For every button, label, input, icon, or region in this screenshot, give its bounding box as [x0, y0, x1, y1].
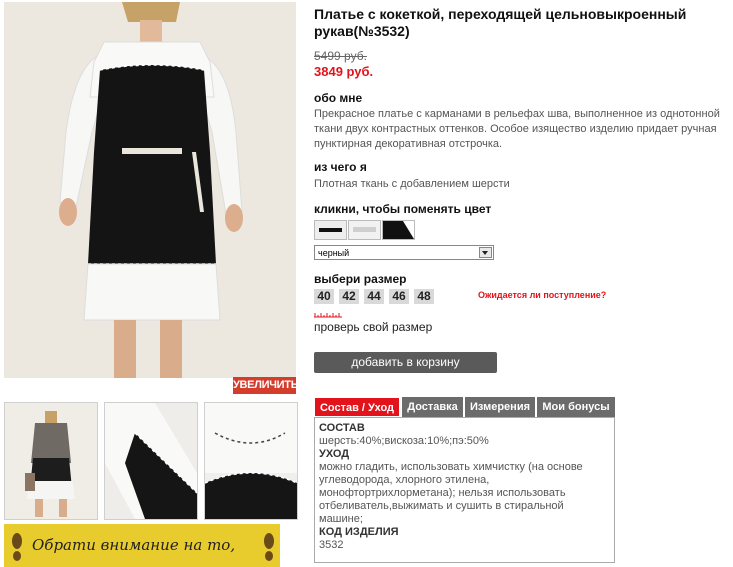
care-text: можно гладить, использовать химчистку (н…	[319, 461, 583, 525]
material-text: Плотная ткань с добавлением шерсти	[314, 178, 510, 190]
product-main-image[interactable]	[4, 2, 296, 378]
new-price: 3849 руб.	[314, 64, 374, 79]
color-heading: кликни, чтобы поменять цвет	[314, 202, 492, 216]
size-option-42[interactable]: 42	[339, 289, 359, 304]
composition-heading: СОСТАВ	[319, 422, 365, 434]
color-select[interactable]: черный	[314, 245, 494, 260]
size-option-48[interactable]: 48	[414, 289, 434, 304]
zoom-button[interactable]: УВЕЛИЧИТЬ	[233, 377, 299, 394]
color-swatch-3[interactable]	[382, 220, 415, 240]
promo-banner[interactable]: Обрати внимание на то,	[4, 524, 280, 567]
details-panel: СОСТАВ шерсть:40%;вискоза:10%;пэ:50% УХО…	[314, 417, 615, 563]
footprint-icon	[12, 533, 22, 561]
size-check-link[interactable]: проверь свой размер	[314, 320, 432, 334]
care-heading: УХОД	[319, 448, 350, 460]
about-heading: обо мне	[314, 91, 363, 105]
color-select-value: черный	[318, 248, 350, 258]
tab-measurements[interactable]: Измерения	[465, 397, 535, 417]
banner-text: Обрати внимание на то,	[32, 536, 236, 554]
tab-composition-care[interactable]: Состав / Уход	[314, 397, 400, 417]
chevron-down-icon	[479, 247, 492, 258]
thumbnail-1[interactable]	[4, 402, 98, 520]
add-to-cart-button[interactable]: добавить в корзину	[314, 352, 497, 373]
about-text: Прекрасное платье с карманами в рельефах…	[314, 108, 720, 150]
code-heading: КОД ИЗДЕЛИЯ	[319, 526, 399, 538]
size-heading: выбери размер	[314, 272, 407, 286]
size-option-40[interactable]: 40	[314, 289, 334, 304]
old-price: 5499 руб.	[314, 49, 367, 63]
thumbnail-2[interactable]	[104, 402, 198, 520]
ruler-icon	[314, 313, 342, 318]
composition-text: шерсть:40%;вискоза:10%;пэ:50%	[319, 435, 489, 447]
color-swatch-2[interactable]	[348, 220, 381, 240]
code-text: 3532	[319, 539, 344, 551]
size-option-44[interactable]: 44	[364, 289, 384, 304]
size-option-46[interactable]: 46	[389, 289, 409, 304]
expect-stock-link[interactable]: Ожидается ли поступление?	[478, 290, 606, 300]
product-title: Платье с кокеткой, переходящей цельновык…	[314, 6, 687, 39]
material-heading: из чего я	[314, 160, 367, 174]
thumbnail-3[interactable]	[204, 402, 298, 520]
footprint-icon	[264, 533, 274, 561]
tab-bonuses[interactable]: Мои бонусы	[537, 397, 615, 417]
tab-delivery[interactable]: Доставка	[402, 397, 463, 417]
color-swatch-1[interactable]	[314, 220, 347, 240]
